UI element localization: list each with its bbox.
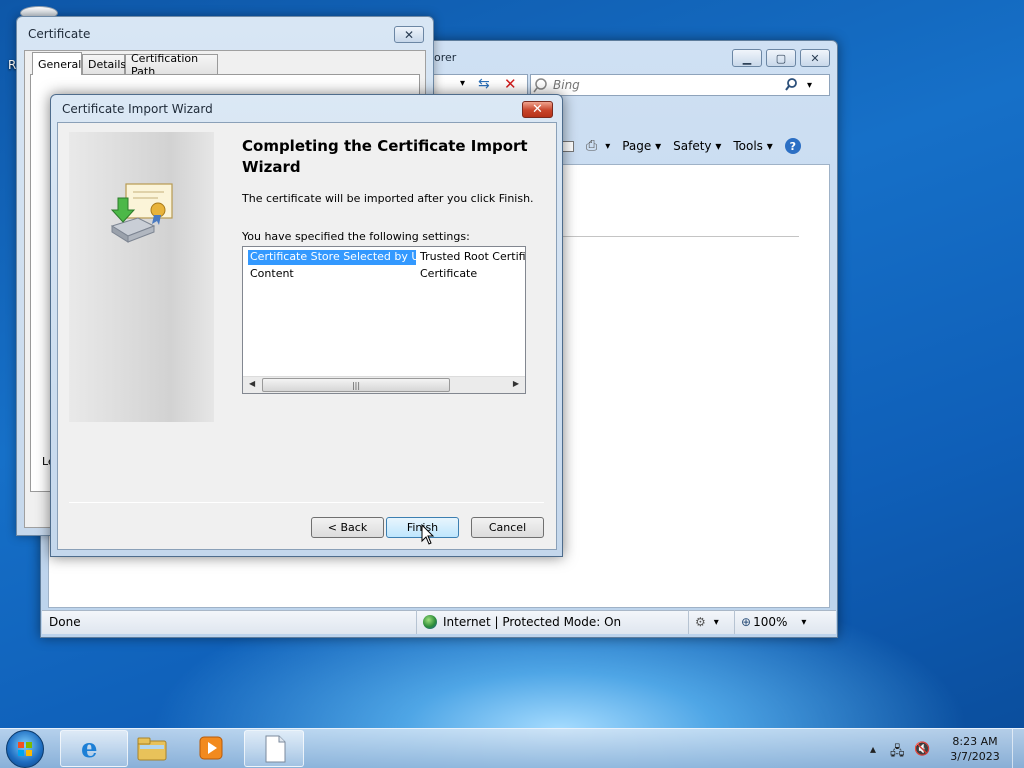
close-icon: ✕	[532, 102, 543, 117]
maximize-icon: ▢	[775, 51, 787, 65]
address-bar-dropdown[interactable]: ▾ ⇆ ✕	[430, 74, 528, 96]
ie-command-bar: ⎙ ▾ Page ▾ Safety ▾ Tools ▾ ?	[560, 132, 830, 160]
network-icon[interactable]: 🖧	[890, 742, 905, 764]
wizard-heading: Completing the Certificate Import Wizard	[242, 137, 528, 176]
taskbar-certificate[interactable]	[244, 730, 304, 767]
wizard-title: Certificate Import Wizard	[62, 102, 213, 116]
search-input[interactable]	[553, 78, 783, 92]
content-divider	[562, 236, 799, 237]
show-hidden-icons[interactable]: ▴	[870, 742, 876, 756]
certificate-window-title: Certificate	[28, 27, 91, 41]
show-desktop-button[interactable]	[1012, 729, 1024, 768]
safety-menu[interactable]: Safety ▾	[673, 139, 721, 153]
security-icon: ⚙	[695, 615, 706, 629]
zone-text: Internet | Protected Mode: On	[443, 615, 622, 629]
wizard-close-button[interactable]: ✕	[522, 101, 553, 118]
help-icon[interactable]: ?	[784, 138, 801, 154]
clock-time: 8:23 AM	[952, 735, 998, 748]
settings-label: You have specified the following setting…	[242, 230, 470, 243]
search-icon[interactable]	[783, 76, 803, 94]
stop-icon[interactable]: ✕	[504, 75, 517, 93]
list-item[interactable]: Content Certificate	[248, 267, 477, 282]
taskbar-internet-explorer[interactable]: e	[60, 730, 128, 767]
list-item[interactable]: Certificate Store Selected by User Trust…	[248, 250, 526, 265]
bing-search-logo-icon	[533, 78, 547, 93]
wizard-side-banner	[69, 132, 214, 422]
close-icon: ✕	[403, 27, 415, 42]
clock-date: 3/7/2023	[950, 750, 1000, 763]
volume-muted-icon[interactable]: 🔇	[914, 742, 930, 757]
page-menu[interactable]: Page ▾	[622, 139, 661, 153]
zoom-button[interactable]: ⊕ 100% ▾	[734, 610, 824, 634]
internet-explorer-icon: e	[81, 734, 98, 764]
globe-icon	[423, 615, 437, 629]
refresh-icon[interactable]: ⇆	[478, 76, 490, 92]
taskbar-media-player[interactable]	[196, 733, 228, 763]
print-button[interactable]: ⎙ ▾	[586, 138, 610, 154]
setting-value: Certificate	[420, 267, 478, 280]
protected-mode-button[interactable]: ⚙ ▾	[688, 610, 734, 634]
certificate-close-button[interactable]: ✕	[394, 26, 424, 43]
wizard-description: The certificate will be imported after y…	[242, 192, 534, 205]
maximize-button[interactable]: ▢	[766, 49, 796, 67]
status-done: Done	[49, 615, 81, 629]
minimize-button[interactable]: ▁	[732, 49, 762, 67]
back-button[interactable]: < Back	[311, 517, 384, 538]
chevron-down-icon: ▾	[801, 616, 807, 628]
close-icon: ✕	[810, 51, 820, 65]
zoom-level: 100%	[753, 615, 788, 629]
grip-icon: |||	[351, 380, 361, 390]
media-player-icon	[199, 736, 223, 760]
search-box[interactable]: ▾	[530, 74, 830, 96]
chevron-down-icon: ▾	[713, 616, 719, 628]
windows-logo-icon	[18, 742, 32, 756]
zoom-icon: ⊕	[741, 615, 752, 629]
horizontal-scrollbar[interactable]: ◀ ||| ▶	[243, 376, 525, 393]
start-button[interactable]	[6, 730, 44, 768]
search-dropdown-icon[interactable]: ▾	[803, 80, 816, 91]
wizard-separator	[69, 502, 544, 503]
tools-menu[interactable]: Tools ▾	[733, 139, 772, 153]
settings-list[interactable]: Certificate Store Selected by User Trust…	[242, 246, 526, 394]
minimize-icon: ▁	[742, 51, 752, 65]
scroll-right-icon[interactable]: ▶	[513, 379, 519, 388]
scrollbar-thumb[interactable]: |||	[262, 378, 450, 392]
folder-icon	[137, 737, 167, 761]
setting-name: Certificate Store Selected by User	[248, 250, 416, 265]
ie-close-button[interactable]: ✕	[800, 49, 830, 67]
zone-status[interactable]: Internet | Protected Mode: On	[416, 610, 688, 634]
tab-details[interactable]: Details	[82, 54, 126, 74]
mouse-cursor-icon	[421, 524, 435, 545]
chevron-down-icon[interactable]: ▾	[460, 78, 465, 89]
taskbar-explorer[interactable]	[136, 733, 168, 763]
document-icon	[265, 735, 286, 763]
print-dropdown-icon[interactable]: ▾	[605, 141, 610, 152]
tab-general[interactable]: General	[32, 52, 82, 75]
certificate-import-icon	[110, 183, 173, 243]
setting-name: Content	[250, 267, 294, 280]
setting-value: Trusted Root Certifica	[420, 250, 526, 263]
tab-certification-path[interactable]: Certification Path	[125, 52, 218, 78]
ie-window-title: orer	[434, 51, 457, 64]
scroll-left-icon[interactable]: ◀	[249, 379, 255, 388]
printer-icon: ⎙	[586, 138, 598, 154]
cancel-button[interactable]: Cancel	[471, 517, 544, 538]
system-clock[interactable]: 8:23 AM 3/7/2023	[940, 734, 1010, 764]
